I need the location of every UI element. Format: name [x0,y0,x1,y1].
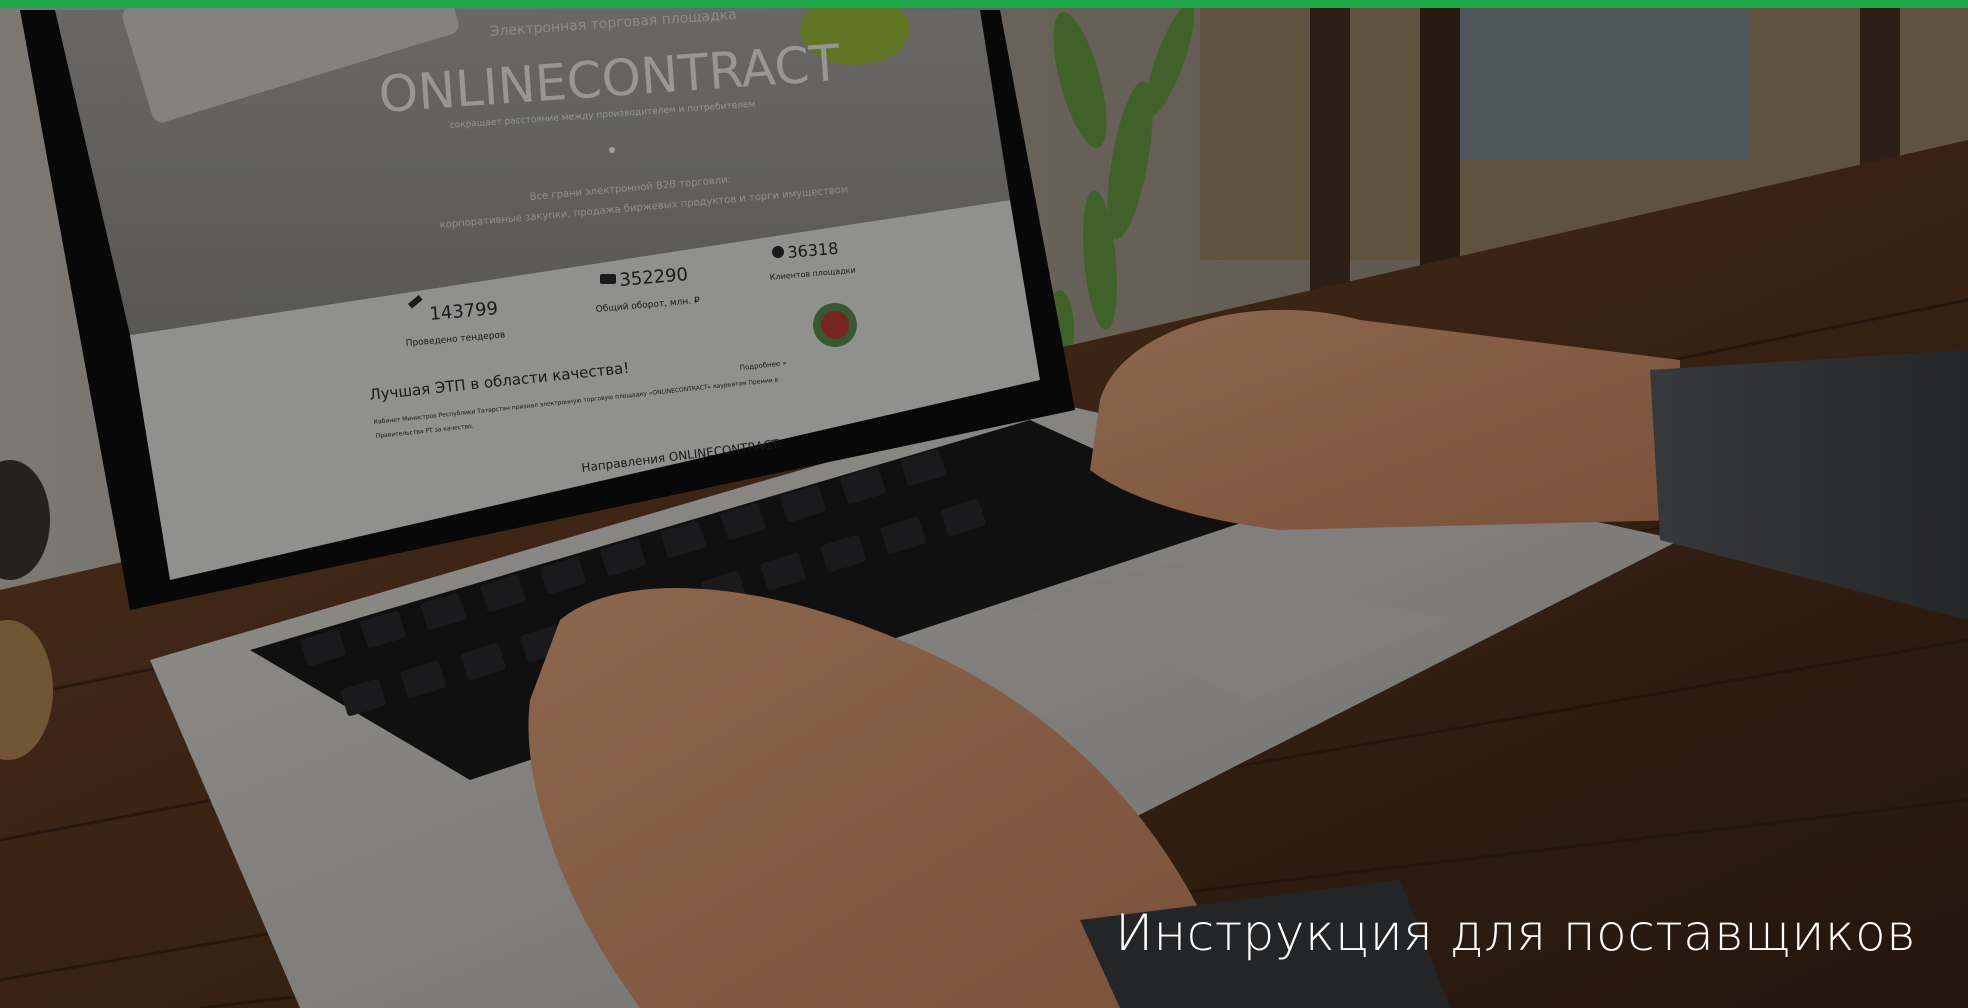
slider-dot [609,147,615,153]
award-seal-icon [813,303,857,347]
accent-top-bar [0,0,1968,8]
laptop-photo-background: Электронная торговая площадка ONLINECONT… [0,0,1968,1008]
presentation-slide: Электронная торговая площадка ONLINECONT… [0,0,1968,1008]
slide-caption: Инструкция для поставщиков [1115,904,1916,962]
money-icon [600,274,616,284]
users-icon [772,246,784,258]
